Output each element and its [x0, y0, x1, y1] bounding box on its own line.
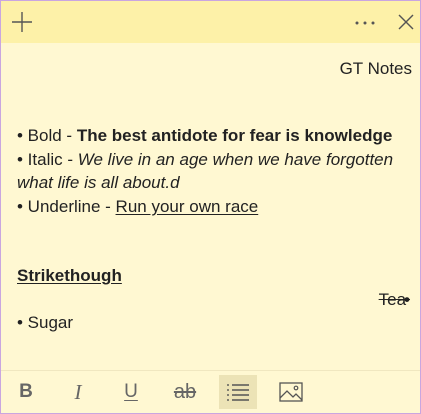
close-icon [398, 14, 414, 30]
close-button[interactable] [390, 6, 420, 38]
note-editor[interactable]: GT Notes • Bold - The best antidote for … [17, 43, 412, 369]
italic-text-2: what life is all about.d [17, 173, 180, 192]
note-line-underline: • Underline - Run your own race [17, 195, 258, 218]
titlebar [1, 1, 420, 43]
bold-button[interactable]: B [7, 375, 45, 409]
underline-prefix: • Underline - [17, 197, 116, 216]
underline-button[interactable]: U [112, 375, 150, 409]
plus-icon [12, 12, 32, 32]
note-line-bold: • Bold - The best antidote for fear is k… [17, 124, 392, 147]
bullet-list-button[interactable] [219, 375, 257, 409]
format-toolbar: B I U ab [1, 370, 420, 413]
insert-image-button[interactable] [272, 375, 310, 409]
bullet-list-icon [227, 384, 249, 401]
bullet-item-sugar: • Sugar [17, 313, 74, 332]
image-icon [279, 382, 303, 402]
strike-item-text: Tea [378, 290, 407, 309]
sticky-note-window: GT Notes • Bold - The best antidote for … [0, 0, 421, 414]
italic-button[interactable]: I [59, 375, 97, 409]
italic-prefix: • Italic - [17, 150, 78, 169]
strike-item: Tea• [379, 288, 410, 311]
bold-text: The best antidote for fear is knowledge [76, 126, 393, 145]
underline-text: Run your own race [115, 197, 259, 216]
note-title: GT Notes [339, 59, 412, 78]
menu-button[interactable] [349, 6, 381, 38]
italic-text-1: We live in an age when we have forgotten [77, 150, 394, 169]
strikethrough-button[interactable]: ab [166, 375, 204, 409]
strike-item-dot: • [404, 290, 410, 309]
strike-heading: Strikethough [17, 266, 122, 285]
note-line-italic: • Italic - We live in an age when we hav… [17, 148, 393, 171]
new-note-button[interactable] [6, 6, 38, 38]
more-icon [355, 21, 375, 25]
bold-prefix: • Bold - [17, 126, 77, 145]
